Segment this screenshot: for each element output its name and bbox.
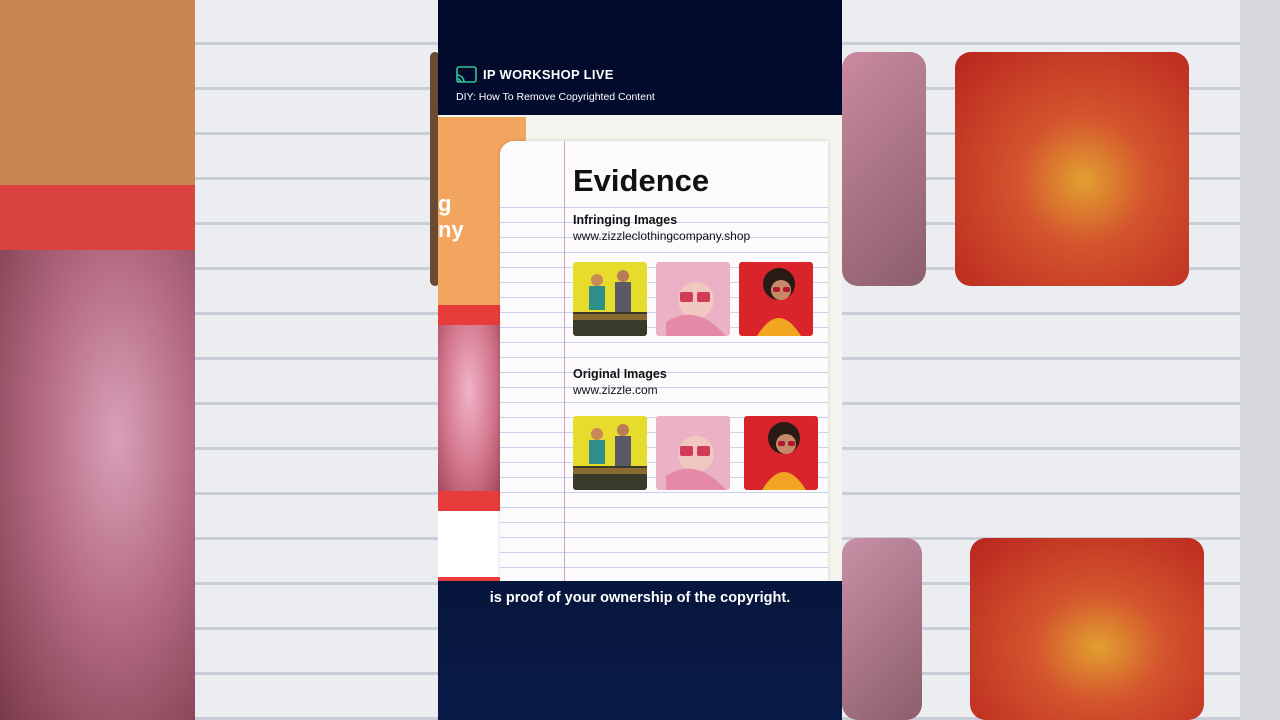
margin-line bbox=[564, 141, 565, 581]
notebook-page: Evidence Infringing Images www.zizzleclo… bbox=[500, 141, 828, 581]
bg-pink-photo bbox=[0, 250, 195, 720]
cast-icon bbox=[456, 66, 477, 83]
video-panel[interactable]: IP WORKSHOP LIVE DIY: How To Remove Copy… bbox=[438, 0, 842, 720]
red-sunglasses-woman-photo bbox=[744, 416, 818, 490]
bg-right-edge bbox=[1240, 0, 1280, 720]
red-sunglasses-woman-photo bbox=[739, 262, 813, 336]
slide-red-band bbox=[438, 491, 500, 511]
slide-white-block bbox=[438, 511, 500, 577]
bg-tile bbox=[955, 52, 1189, 286]
slide-side-photo bbox=[438, 325, 500, 491]
evidence-title: Evidence bbox=[573, 163, 710, 198]
video-subtitle: DIY: How To Remove Copyrighted Content bbox=[456, 91, 655, 103]
slide: g ny Evidence Infringing Images www.zizz… bbox=[438, 115, 842, 581]
bg-tile bbox=[842, 52, 926, 286]
slide-side-text: g ny bbox=[438, 191, 464, 243]
channel-brand: IP WORKSHOP LIVE bbox=[456, 66, 614, 83]
channel-title: IP WORKSHOP LIVE bbox=[483, 67, 614, 82]
slide-side-text-line: g bbox=[438, 191, 452, 216]
infringing-url: www.zizzleclothingcompany.shop bbox=[573, 229, 751, 243]
slide-red-band bbox=[438, 305, 500, 325]
video-caption: is proof of your ownership of the copyri… bbox=[489, 590, 791, 606]
two-people-yellow-photo bbox=[573, 262, 647, 336]
bg-orange-block bbox=[0, 0, 195, 185]
original-label: Original Images bbox=[573, 367, 667, 381]
pink-sunglasses-woman-photo bbox=[656, 416, 730, 490]
infringing-label: Infringing Images bbox=[573, 213, 678, 227]
slide-red-band bbox=[438, 577, 500, 581]
bg-tile bbox=[970, 538, 1204, 720]
slide-side-text-line: ny bbox=[438, 217, 464, 242]
pink-sunglasses-woman-photo bbox=[656, 262, 730, 336]
bg-red-band bbox=[0, 185, 195, 250]
original-url: www.zizzle.com bbox=[573, 383, 658, 397]
bg-tile bbox=[842, 538, 922, 720]
two-people-yellow-photo bbox=[573, 416, 647, 490]
